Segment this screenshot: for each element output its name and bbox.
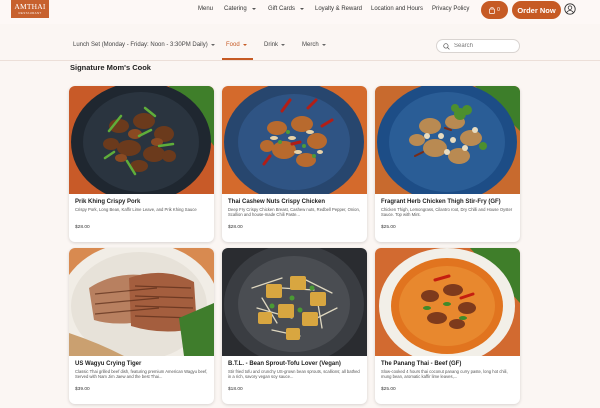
search-icon: [443, 42, 450, 50]
nav-gift-cards-label: Gift Cards: [268, 6, 296, 12]
item-price: $25.00: [381, 387, 396, 392]
category-drink[interactable]: Drink: [264, 42, 286, 48]
nav-catering-label: Catering: [224, 6, 247, 12]
dish-image: [375, 248, 520, 356]
dish-image: [69, 86, 214, 194]
item-name: B.T.L. - Bean Sprout-Tofu Lover (Vegan): [228, 361, 341, 367]
nav-privacy[interactable]: Privacy Policy: [432, 6, 469, 12]
nav-menu-label: Menu: [198, 6, 214, 12]
user-circle-icon[interactable]: [564, 3, 576, 15]
item-description: Classic Thai grilled beef dish, featurin…: [75, 369, 208, 380]
category-label: Lunch Set (Monday - Friday: Noon - 3:30P…: [73, 42, 208, 48]
dish-image: [222, 248, 367, 356]
dish-image: [69, 248, 214, 356]
nav-gift-cards[interactable]: Gift Cards: [268, 6, 305, 12]
item-price: $39.00: [75, 387, 90, 392]
nav-privacy-label: Privacy Policy: [432, 6, 470, 12]
menu-item-card[interactable]: The Panang Thai - Beef (GF) Slow-cooked …: [375, 248, 520, 404]
category-label: Merch: [302, 42, 319, 48]
item-price: $25.00: [381, 225, 396, 230]
nav-location[interactable]: Location and Hours: [371, 6, 423, 12]
chevron-down-icon: [210, 44, 215, 46]
order-now-button[interactable]: Order Now: [512, 1, 561, 19]
cart-button[interactable]: 0: [481, 1, 508, 19]
chevron-down-icon: [242, 44, 247, 46]
category-bar: Lunch Set (Monday - Friday: Noon - 3:30P…: [0, 36, 600, 60]
logo-subtext: RESTAURANT: [18, 11, 42, 15]
menu-item-card[interactable]: B.T.L. - Bean Sprout-Tofu Lover (Vegan) …: [222, 248, 367, 404]
section-title: Signature Mom's Cook: [70, 63, 151, 72]
category-label: Food: [226, 42, 240, 48]
menu-item-card[interactable]: Thai Cashew Nuts Crispy Chicken Deep Fry…: [222, 86, 367, 242]
category-food[interactable]: Food: [226, 42, 247, 48]
item-description: Chicken Thigh, Lemongrass, Cilantro root…: [381, 207, 513, 218]
item-name: Thai Cashew Nuts Crispy Chicken: [228, 199, 326, 205]
dish-image: [375, 86, 520, 194]
logo-text: AMTHAI: [14, 2, 46, 11]
nav-loyalty[interactable]: Loyalty & Reward: [315, 6, 362, 12]
chevron-down-icon: [281, 44, 286, 46]
shopping-bag-icon: [489, 6, 495, 14]
nav-loyalty-label: Loyalty & Reward: [315, 6, 363, 12]
item-price: $28.00: [228, 225, 243, 230]
site-header: AMTHAI RESTAURANT Menu Catering Gift Car…: [0, 0, 600, 24]
category-label: Drink: [264, 42, 279, 48]
item-description: Slow-cooked 4 hours thai coconut panang …: [381, 369, 508, 380]
chevron-down-icon: [321, 44, 326, 46]
item-price: $18.00: [228, 387, 243, 392]
nav-catering[interactable]: Catering: [224, 6, 256, 12]
item-name: Prik Khing Crispy Pork: [75, 199, 141, 205]
item-name: The Panang Thai - Beef (GF): [381, 361, 462, 367]
nav-location-label: Location and Hours: [371, 6, 424, 12]
chevron-down-icon: [251, 8, 256, 10]
category-merch[interactable]: Merch: [302, 42, 326, 48]
dish-image: [222, 86, 367, 194]
search-input[interactable]: [454, 43, 514, 49]
item-price: $28.00: [75, 225, 90, 230]
item-description: Deep Fry Crispy Chicken Breast, Cashew n…: [228, 207, 360, 218]
category-lunch-set[interactable]: Lunch Set (Monday - Friday: Noon - 3:30P…: [73, 42, 215, 48]
menu-item-card[interactable]: Fragrant Herb Chicken Thigh Stir-Fry (GF…: [375, 86, 520, 242]
item-description: Crispy Pork, Long Bean, Kaffir Lime Leav…: [75, 207, 197, 212]
item-description: Stir fried tofu and crunchy US-grown bea…: [228, 369, 360, 380]
menu-item-card[interactable]: US Wagyu Crying Tiger Classic Thai grill…: [69, 248, 214, 404]
search-box[interactable]: [436, 39, 520, 53]
menu-item-card[interactable]: Prik Khing Crispy Pork Crispy Pork, Long…: [69, 86, 214, 242]
nav-menu[interactable]: Menu: [198, 6, 213, 12]
cart-count: 0: [497, 7, 500, 13]
restaurant-logo[interactable]: AMTHAI RESTAURANT: [11, 0, 49, 18]
item-name: Fragrant Herb Chicken Thigh Stir-Fry (GF…: [381, 199, 501, 205]
item-name: US Wagyu Crying Tiger: [75, 361, 142, 367]
chevron-down-icon: [300, 8, 305, 10]
divider: [0, 59, 600, 60]
